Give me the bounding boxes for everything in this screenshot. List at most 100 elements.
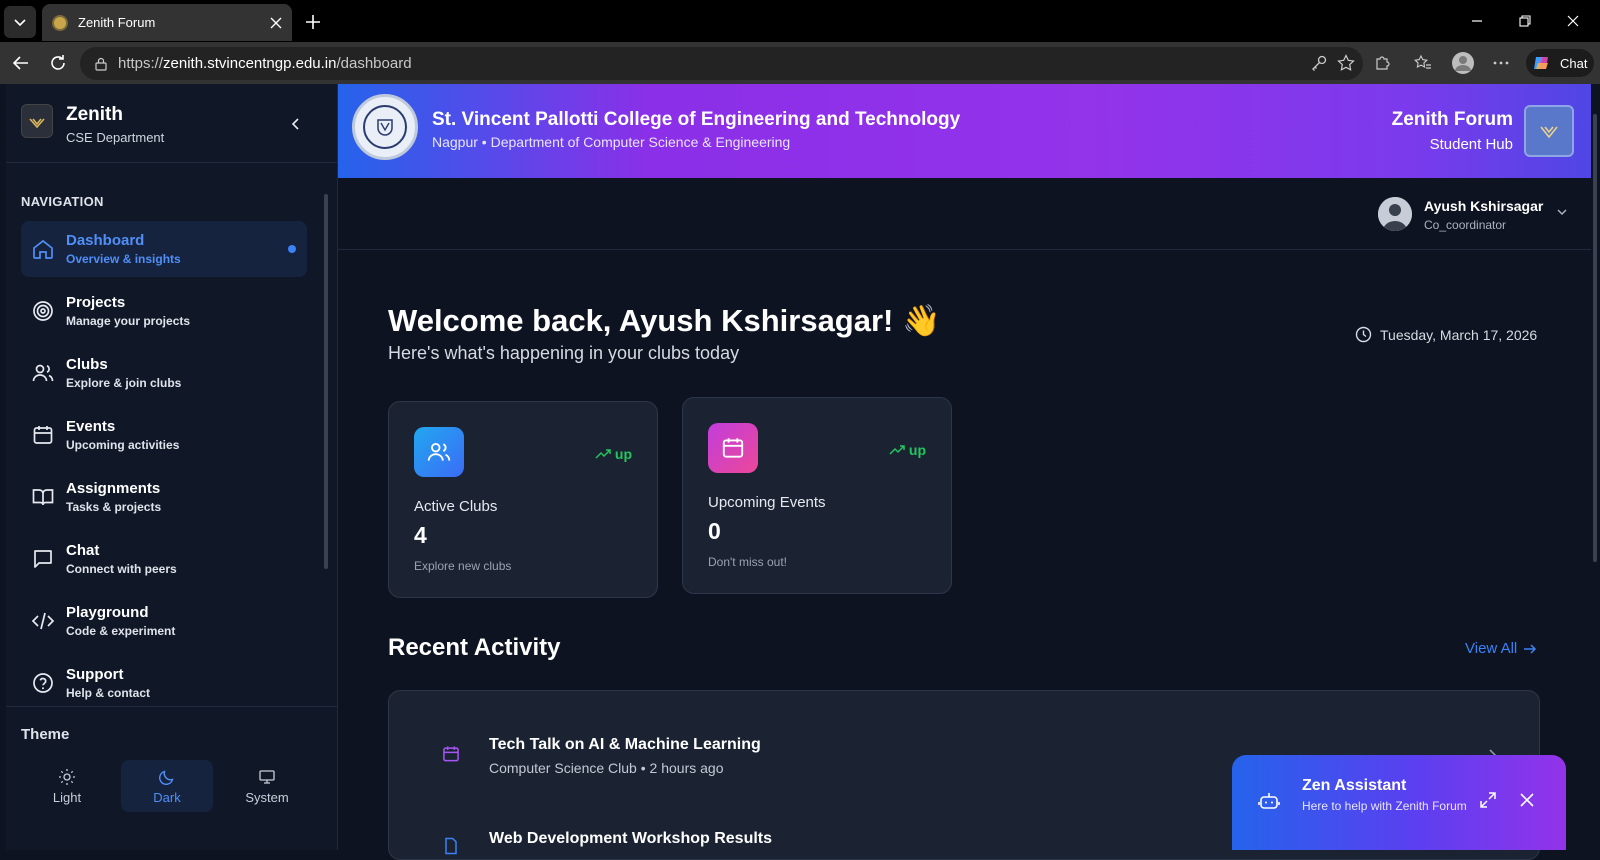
sidebar-item-events[interactable]: Events Upcoming activities [21, 407, 307, 463]
theme-heading: Theme [21, 726, 70, 743]
theme-light-button[interactable]: Light [21, 760, 113, 812]
activity-title: Web Development Workshop Results [489, 830, 773, 847]
zenith-forum-logo [1524, 105, 1574, 157]
browser-tab-zenith-forum[interactable]: Zenith Forum [42, 4, 292, 41]
activity-title: Tech Talk on AI & Machine Learning [489, 736, 761, 753]
tab-title: Zenith Forum [78, 15, 156, 30]
password-key-button[interactable] [1306, 50, 1332, 76]
minimize-window-button[interactable] [1462, 8, 1492, 34]
close-window-button[interactable] [1558, 8, 1588, 34]
view-all-link[interactable]: View All [1465, 640, 1537, 657]
sidebar-item-desc: Help & contact [66, 686, 151, 700]
profile-button[interactable] [1448, 48, 1478, 78]
favorite-star-button[interactable] [1333, 50, 1359, 76]
navigation-heading: NAVIGATION [21, 194, 104, 209]
sidebar-item-label: Clubs [66, 356, 108, 373]
new-tab-button[interactable] [300, 9, 326, 35]
sidebar-item-label: Projects [66, 294, 126, 311]
sidebar-item-desc: Overview & insights [66, 252, 181, 266]
trend-indicator: up [595, 446, 632, 462]
welcome-subtitle: Here's what's happening in your clubs to… [388, 343, 740, 363]
date-text: Tuesday, March 17, 2026 [1380, 326, 1538, 343]
reload-button[interactable] [45, 50, 71, 76]
sidebar-item-assignments[interactable]: Assignments Tasks & projects [21, 469, 307, 525]
sidebar-item-label: Events [66, 418, 116, 435]
chevron-down-icon [14, 19, 26, 27]
code-icon [31, 612, 55, 630]
current-date: Tuesday, March 17, 2026 [1355, 326, 1537, 343]
sidebar-item-label: Assignments [66, 480, 161, 497]
user-role: Co_coordinator [1424, 218, 1507, 232]
extensions-button[interactable] [1370, 50, 1396, 76]
theme-system-button[interactable]: System [221, 760, 313, 812]
user-name[interactable]: Ayush Kshirsagar [1424, 198, 1543, 214]
stat-value: 0 [708, 518, 721, 544]
stat-card-icon-bg [708, 423, 758, 473]
lock-icon [95, 57, 107, 71]
tab-list-dropdown-button[interactable] [4, 6, 36, 38]
activity-meta: Computer Science Club • 2 hours ago [489, 760, 724, 776]
assistant-subtitle: Here to help with Zenith Forum [1302, 799, 1467, 813]
sidebar-item-support[interactable]: Support Help & contact [21, 655, 307, 711]
college-name: St. Vincent Pallotti College of Engineer… [432, 109, 961, 130]
sidebar: Zenith CSE Department NAVIGATION Dashboa… [6, 84, 338, 850]
forum-title: Zenith Forum [1391, 109, 1513, 130]
trend-indicator: up [889, 442, 926, 458]
collapse-sidebar-button[interactable] [286, 114, 306, 134]
stat-card-upcoming-events[interactable]: up Upcoming Events 0 Don't miss out! [682, 397, 952, 594]
plus-icon [306, 15, 320, 29]
calendar-icon [443, 746, 459, 762]
theme-dark-button[interactable]: Dark [121, 760, 213, 812]
zen-assistant-widget[interactable]: Zen Assistant Here to help with Zenith F… [1232, 755, 1566, 850]
sidebar-item-projects[interactable]: Projects Manage your projects [21, 283, 307, 339]
back-button[interactable] [8, 50, 34, 76]
recent-activity-title: Recent Activity [388, 634, 561, 661]
scrollbar-thumb[interactable] [1593, 114, 1597, 562]
users-icon [32, 364, 54, 382]
sidebar-item-playground[interactable]: Playground Code & experiment [21, 593, 307, 649]
sidebar-item-desc: Explore & join clubs [66, 376, 182, 390]
sidebar-title: Zenith [66, 104, 123, 125]
restore-window-button[interactable] [1510, 8, 1540, 34]
close-icon[interactable] [1519, 792, 1535, 808]
theme-label: Light [52, 790, 82, 805]
page-scrollbar[interactable] [1591, 84, 1600, 850]
stat-card-active-clubs[interactable]: up Active Clubs 4 Explore new clubs [388, 401, 658, 598]
zenith-logo [21, 104, 53, 138]
puzzle-icon [1376, 56, 1390, 70]
stat-subtitle: Don't miss out! [708, 555, 787, 569]
copilot-chat-button[interactable]: Chat [1526, 49, 1594, 77]
minimize-icon [1472, 20, 1482, 22]
sidebar-item-chat[interactable]: Chat Connect with peers [21, 531, 307, 587]
sidebar-header: Zenith CSE Department [6, 84, 338, 163]
college-location: Nagpur • Department of Computer Science … [432, 134, 791, 150]
stat-title: Active Clubs [414, 498, 498, 515]
stat-card-icon-bg [414, 427, 464, 477]
favorites-button[interactable] [1410, 50, 1436, 76]
avatar[interactable] [1378, 197, 1412, 231]
moon-icon [159, 770, 174, 785]
close-tab-icon[interactable] [270, 17, 282, 29]
sidebar-scrollbar[interactable] [324, 194, 328, 569]
calendar-icon [33, 426, 53, 444]
more-menu-button[interactable] [1488, 50, 1514, 76]
trending-up-icon [595, 449, 611, 459]
bot-icon [1258, 793, 1280, 809]
sidebar-item-desc: Tasks & projects [66, 500, 162, 514]
expand-icon[interactable] [1479, 791, 1497, 809]
chevron-left-icon [291, 118, 299, 130]
top-user-bar: Ayush Kshirsagar Co_coordinator [338, 178, 1591, 250]
monitor-icon [259, 770, 275, 784]
user-menu-toggle[interactable] [1554, 204, 1570, 220]
trending-up-icon [889, 445, 905, 455]
sun-icon [59, 769, 75, 785]
back-arrow-icon [12, 56, 28, 70]
welcome-heading: Welcome back, Ayush Kshirsagar! 👋 [388, 303, 941, 338]
sidebar-item-desc: Connect with peers [66, 562, 177, 576]
address-bar[interactable]: https://zenith.stvincentngp.edu.in/dashb… [80, 47, 1363, 80]
sidebar-item-clubs[interactable]: Clubs Explore & join clubs [21, 345, 307, 401]
sidebar-item-label: Playground [66, 604, 149, 621]
sidebar-item-dashboard[interactable]: Dashboard Overview & insights [21, 221, 307, 277]
profile-avatar-icon [1452, 52, 1474, 74]
file-icon [445, 837, 457, 855]
